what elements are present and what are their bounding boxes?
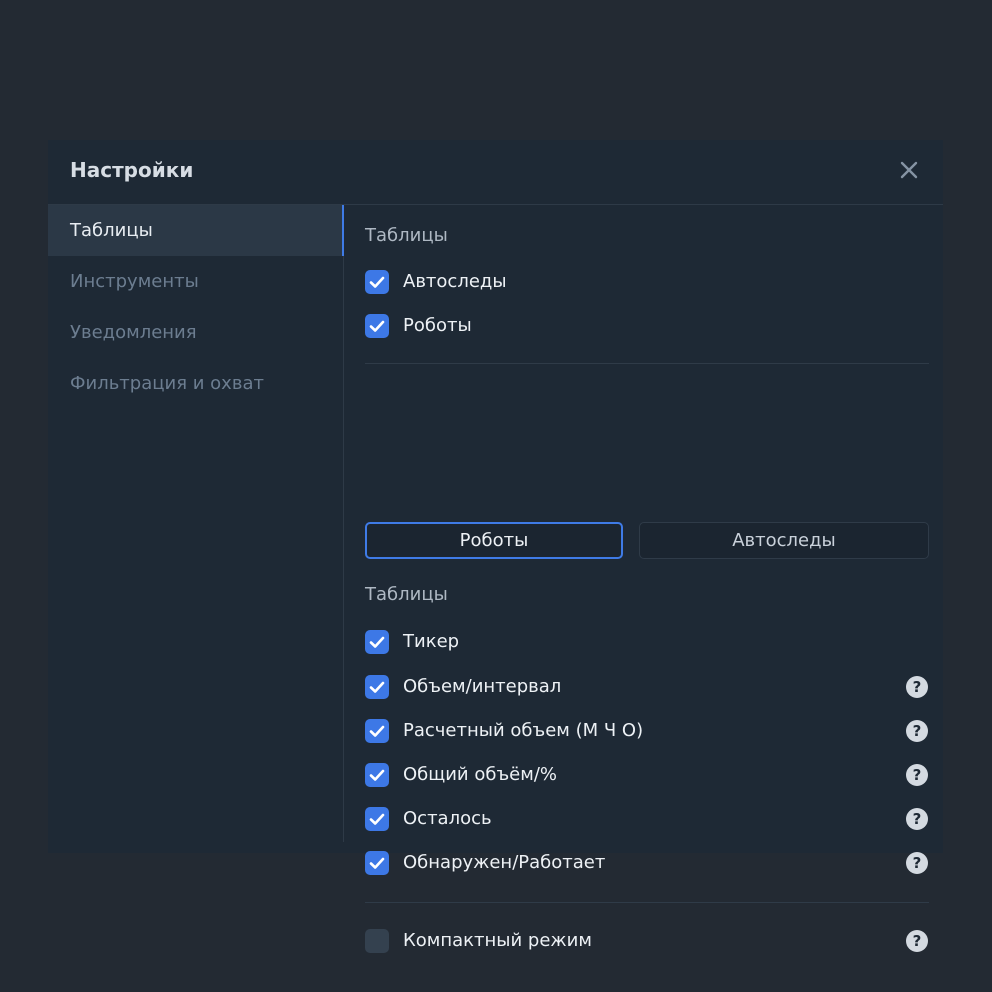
checkmark-icon — [369, 813, 385, 825]
tab-robots[interactable]: Роботы — [365, 522, 623, 559]
sidebar-item-filtering[interactable]: Фильтрация и охват — [48, 358, 344, 409]
option-row-compact-mode: Компактный режим ? — [365, 928, 929, 956]
compact-mode-checkbox[interactable] — [365, 929, 389, 953]
help-icon[interactable]: ? — [905, 675, 929, 699]
estimated-volume-label: Расчетный объем (М Ч О) — [403, 720, 644, 741]
remaining-label: Осталось — [403, 808, 492, 829]
tab-autotrails[interactable]: Автоследы — [639, 522, 929, 559]
option-row-robots: Роботы — [365, 313, 929, 341]
sidebar-item-tools[interactable]: Инструменты — [48, 256, 344, 307]
autotrails-label: Автоследы — [403, 271, 507, 292]
checkmark-icon — [369, 636, 385, 648]
sidebar-item-label: Уведомления — [70, 322, 197, 343]
volume-interval-label: Объем/интервал — [403, 676, 562, 697]
checkmark-icon — [369, 276, 385, 288]
divider — [365, 902, 929, 903]
option-row-total-volume: Общий объём/% ? — [365, 762, 929, 790]
sidebar-item-label: Фильтрация и охват — [70, 373, 264, 394]
help-icon[interactable]: ? — [905, 851, 929, 875]
help-icon[interactable]: ? — [905, 929, 929, 953]
option-row-autotrails: Автоследы — [365, 269, 929, 297]
svg-text:?: ? — [913, 766, 922, 784]
help-icon[interactable]: ? — [905, 719, 929, 743]
detected-working-label: Обнаружен/Работает — [403, 852, 606, 873]
compact-mode-label: Компактный режим — [403, 930, 592, 951]
section-title-tables-2: Таблицы — [365, 584, 448, 605]
close-button[interactable] — [896, 157, 922, 183]
ticker-checkbox[interactable] — [365, 630, 389, 654]
volume-interval-checkbox[interactable] — [365, 675, 389, 699]
svg-text:?: ? — [913, 854, 922, 872]
total-volume-label: Общий объём/% — [403, 764, 557, 785]
estimated-volume-checkbox[interactable] — [365, 719, 389, 743]
ticker-label: Тикер — [403, 631, 460, 652]
option-row-ticker: Тикер — [365, 629, 929, 657]
svg-text:?: ? — [913, 722, 922, 740]
autotrails-checkbox[interactable] — [365, 270, 389, 294]
section-title-tables: Таблицы — [365, 225, 448, 246]
option-row-volume-interval: Объем/интервал ? — [365, 674, 929, 702]
total-volume-checkbox[interactable] — [365, 763, 389, 787]
checkmark-icon — [369, 681, 385, 693]
sidebar-item-tables[interactable]: Таблицы — [48, 205, 344, 256]
checkmark-icon — [369, 857, 385, 869]
option-row-remaining: Осталось ? — [365, 806, 929, 834]
remaining-checkbox[interactable] — [365, 807, 389, 831]
sidebar: Таблицы Инструменты Уведомления Фильтрац… — [48, 205, 344, 842]
robots-checkbox[interactable] — [365, 314, 389, 338]
svg-text:?: ? — [913, 932, 922, 950]
dialog-title: Настройки — [70, 158, 194, 182]
settings-content: Таблицы Автоследы Роботы Роботы Автослед… — [365, 205, 929, 953]
svg-text:?: ? — [913, 678, 922, 696]
help-icon[interactable]: ? — [905, 763, 929, 787]
checkmark-icon — [369, 769, 385, 781]
svg-text:?: ? — [913, 810, 922, 828]
sidebar-item-notifications[interactable]: Уведомления — [48, 307, 344, 358]
divider — [365, 363, 929, 364]
checkmark-icon — [369, 725, 385, 737]
robots-label: Роботы — [403, 315, 472, 336]
sidebar-item-label: Таблицы — [70, 220, 153, 241]
checkmark-icon — [369, 320, 385, 332]
option-row-estimated-volume: Расчетный объем (М Ч О) ? — [365, 718, 929, 746]
detected-working-checkbox[interactable] — [365, 851, 389, 875]
close-icon — [900, 161, 918, 179]
option-row-detected-working: Обнаружен/Работает ? — [365, 850, 929, 878]
dialog-header: Настройки — [48, 140, 943, 205]
settings-dialog: Настройки Таблицы Инструменты Уведомлени… — [48, 140, 943, 953]
sidebar-item-label: Инструменты — [70, 271, 199, 292]
help-icon[interactable]: ? — [905, 807, 929, 831]
